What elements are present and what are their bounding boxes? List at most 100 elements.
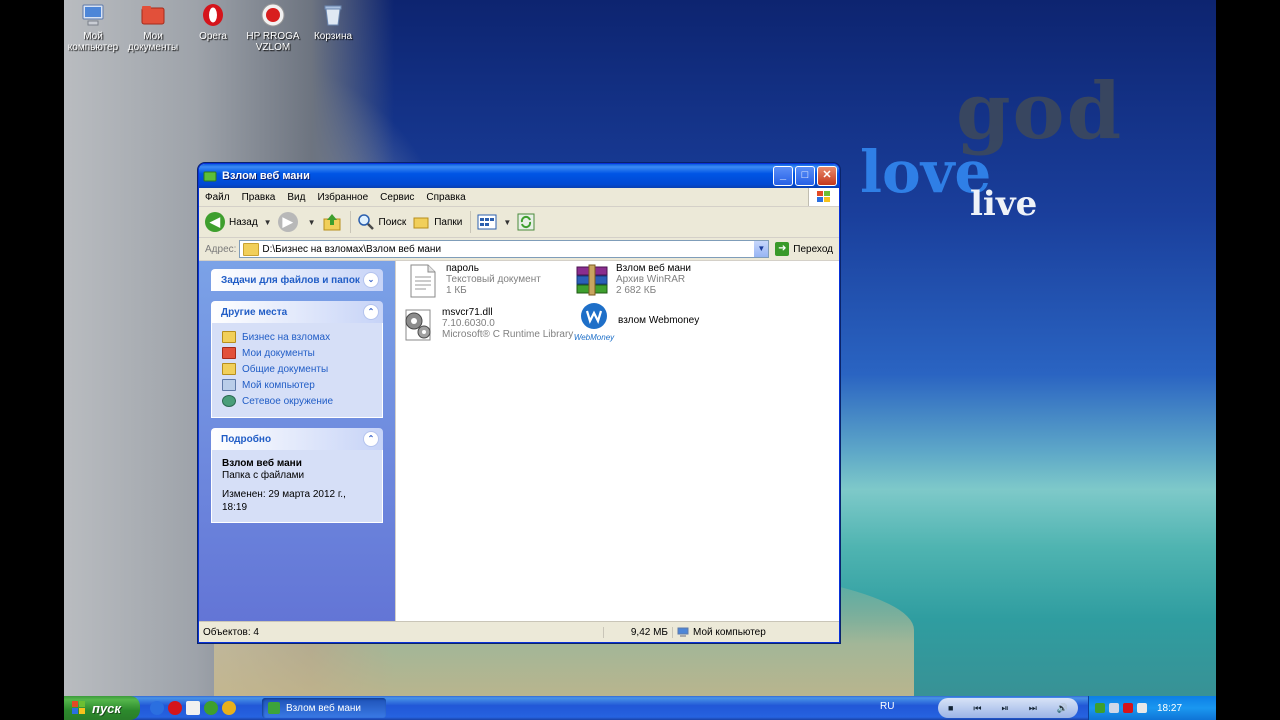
menu-bar: Файл Правка Вид Избранное Сервис Справка xyxy=(199,188,839,207)
menu-view[interactable]: Вид xyxy=(281,192,311,203)
file-item[interactable]: msvcr71.dll 7.10.6030.0 Microsoft® C Run… xyxy=(400,307,573,343)
tray-network-icon[interactable] xyxy=(1109,703,1119,713)
file-item[interactable]: пароль Текстовый документ 1 КБ xyxy=(404,263,541,299)
volume-icon[interactable]: 🔊 xyxy=(1057,703,1068,714)
show-desktop-icon[interactable] xyxy=(186,701,200,715)
close-button[interactable]: ✕ xyxy=(817,166,837,186)
details-body: Взлом веб мани Папка с файлами Изменен: … xyxy=(211,450,383,523)
collapse-chevron-icon[interactable]: ⌃ xyxy=(363,431,379,447)
back-arrow-icon: ◀ xyxy=(205,212,225,232)
place-link[interactable]: Общие документы xyxy=(222,361,372,377)
views-button[interactable]: ▼ xyxy=(477,214,511,230)
maximize-button[interactable]: □ xyxy=(795,166,815,186)
go-arrow-icon: ➜ xyxy=(775,242,790,256)
tray-antivirus-icon[interactable] xyxy=(1123,703,1133,713)
place-link[interactable]: Мой компьютер xyxy=(222,377,372,393)
place-link[interactable]: Бизнес на взломах xyxy=(222,329,372,345)
place-link[interactable]: Сетевое окружение xyxy=(222,393,372,409)
file-list[interactable]: пароль Текстовый документ 1 КБ Взлом веб… xyxy=(395,261,839,621)
wallpaper-text-live: live xyxy=(970,184,1038,224)
toolbar: ◀ Назад ▼ ▶ ▼ Поиск Папки ▼ xyxy=(199,207,839,238)
toolbar-separator xyxy=(349,211,351,233)
folders-button[interactable]: Папки xyxy=(412,213,462,231)
previous-icon[interactable]: ⏮ xyxy=(973,703,981,714)
folder-icon xyxy=(243,242,260,256)
task-pane: Задачи для файлов и папок ⌄ Другие места… xyxy=(199,261,395,621)
taskbar-window-label: Взлом веб мани xyxy=(286,702,362,714)
window-body: Задачи для файлов и папок ⌄ Другие места… xyxy=(199,261,839,621)
collapse-chevron-icon[interactable]: ⌃ xyxy=(363,304,379,320)
windows-logo-icon xyxy=(808,188,839,206)
file-type: Текстовый документ xyxy=(446,274,541,285)
back-button[interactable]: ◀ Назад ▼ xyxy=(205,212,272,232)
record-icon xyxy=(259,2,287,28)
next-icon[interactable]: ⏭ xyxy=(1029,703,1037,714)
place-label: Мой компьютер xyxy=(242,379,315,391)
search-button[interactable]: Поиск xyxy=(357,213,406,231)
file-item[interactable]: Взлом веб мани Архив WinRAR 2 682 КБ xyxy=(574,263,691,299)
menu-edit[interactable]: Правка xyxy=(236,192,282,203)
tray-app-icon[interactable] xyxy=(1095,703,1105,713)
details-type: Папка с файлами xyxy=(222,470,305,481)
my-documents-icon xyxy=(222,347,236,359)
expand-chevron-icon[interactable]: ⌄ xyxy=(363,272,379,288)
menu-file[interactable]: Файл xyxy=(199,192,236,203)
chevron-down-icon: ▼ xyxy=(307,217,316,227)
recycle-bin-icon xyxy=(319,2,347,28)
start-button[interactable]: пуск xyxy=(64,696,140,720)
file-name: взлом Webmoney xyxy=(618,315,700,326)
desktop-icon-recycle-bin[interactable]: Корзина xyxy=(298,2,368,42)
file-tasks-title: Задачи для файлов и папок xyxy=(221,274,360,286)
forward-button[interactable]: ▶ ▼ xyxy=(277,212,316,232)
place-label: Сетевое окружение xyxy=(242,395,334,407)
place-link[interactable]: Мои документы xyxy=(222,345,372,361)
tray-volume-icon[interactable] xyxy=(1137,703,1147,713)
stop-icon[interactable]: ■ xyxy=(948,703,953,713)
up-folder-button[interactable] xyxy=(322,212,342,232)
file-version: 7.10.6030.0 xyxy=(442,318,495,329)
other-places-header[interactable]: Другие места ⌃ xyxy=(211,301,383,323)
chevron-down-icon[interactable]: ▼ xyxy=(754,241,769,257)
menu-tools[interactable]: Сервис xyxy=(374,192,420,203)
play-pause-icon[interactable]: ⏯ xyxy=(1002,703,1009,714)
text-document-icon xyxy=(410,264,436,298)
app-icon[interactable] xyxy=(204,701,218,715)
sync-icon xyxy=(517,213,535,231)
language-indicator[interactable]: RU xyxy=(880,701,894,712)
folders-label: Папки xyxy=(434,216,463,228)
folder-icon xyxy=(222,331,236,343)
minimize-button[interactable]: _ xyxy=(773,166,793,186)
sync-button[interactable] xyxy=(517,213,535,231)
computer-icon xyxy=(677,627,689,637)
opera-icon xyxy=(199,2,227,28)
address-value: D:\Бизнес на взломах\Взлом веб мани xyxy=(262,243,442,255)
chrome-icon[interactable] xyxy=(222,701,236,715)
opera-icon[interactable] xyxy=(168,701,182,715)
status-objects: Объектов: 4 xyxy=(199,626,604,638)
computer-icon xyxy=(79,2,107,28)
clock[interactable]: 18:27 xyxy=(1157,703,1182,714)
details-title: Подробно xyxy=(221,433,272,445)
internet-explorer-icon[interactable] xyxy=(150,701,164,715)
address-input[interactable]: D:\Бизнес на взломах\Взлом веб мани ▼ xyxy=(239,240,770,258)
details-header[interactable]: Подробно ⌃ xyxy=(211,428,383,450)
quick-launch xyxy=(150,701,240,715)
file-name: Взлом веб мани xyxy=(616,263,692,274)
network-icon xyxy=(222,395,236,407)
taskbar: пуск Взлом веб мани RU ■ ⏮ ⏯ ⏭ 🔊 18:27 xyxy=(64,696,1216,720)
other-places-list: Бизнес на взломах Мои документы Общие до… xyxy=(211,323,383,418)
file-description: Microsoft® C Runtime Library xyxy=(442,329,574,340)
start-label: пуск xyxy=(92,700,121,716)
status-location-label: Мой компьютер xyxy=(693,626,766,638)
window-titlebar[interactable]: Взлом веб мани _ □ ✕ xyxy=(199,164,839,188)
file-tasks-header[interactable]: Задачи для файлов и папок ⌄ xyxy=(211,269,383,291)
details-modified: Изменен: 29 марта 2012 г., 18:19 xyxy=(222,489,346,513)
menu-favorites[interactable]: Избранное xyxy=(311,192,374,203)
file-item[interactable]: WebMoney взлом Webmoney xyxy=(572,301,699,342)
folder-icon xyxy=(222,363,236,375)
go-button[interactable]: ➜ Переход xyxy=(775,242,833,256)
taskbar-window-button[interactable]: Взлом веб мани xyxy=(262,698,386,718)
winrar-archive-icon xyxy=(576,264,608,296)
address-label: Адрес: xyxy=(205,243,237,255)
menu-help[interactable]: Справка xyxy=(420,192,471,203)
